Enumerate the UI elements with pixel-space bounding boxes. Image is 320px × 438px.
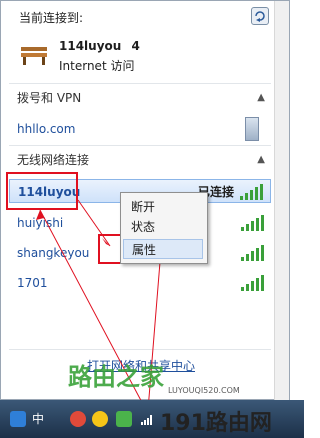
wifi-tray-icon[interactable]: [140, 412, 154, 426]
menu-item-disconnect[interactable]: 断开: [123, 197, 203, 217]
watermark-brand: 191路由网: [160, 411, 272, 436]
menu-item-status[interactable]: 状态: [123, 217, 203, 237]
ime-indicator[interactable]: 中: [32, 410, 44, 427]
menu-item-properties[interactable]: 属性: [123, 239, 203, 259]
search-icon[interactable]: [10, 411, 26, 427]
context-menu: 断开 状态 属性: [120, 192, 208, 264]
app-icon[interactable]: [116, 411, 132, 427]
weibo-icon[interactable]: [70, 411, 86, 427]
watermark-url: LUYOUQI520.COM: [168, 386, 240, 395]
app-icon[interactable]: [92, 411, 108, 427]
watermark-main: 路由之家: [68, 363, 164, 391]
